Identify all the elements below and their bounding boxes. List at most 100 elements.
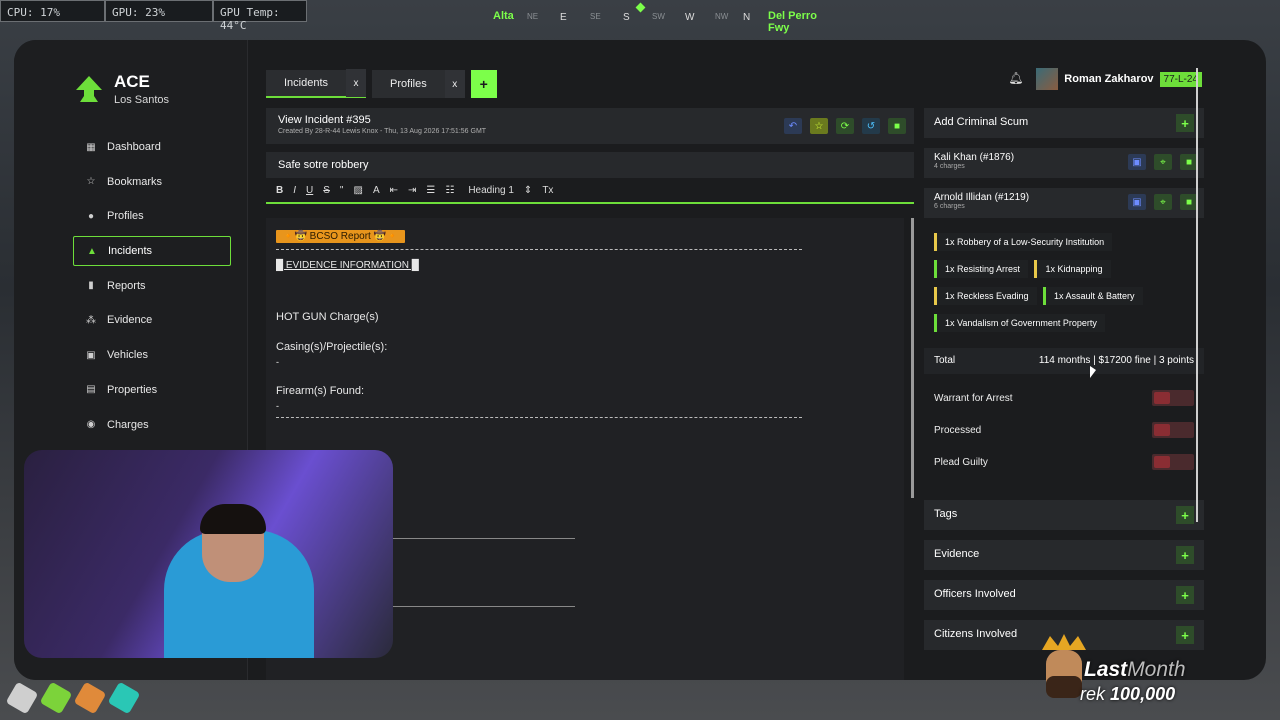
- star-icon: ☆: [86, 176, 96, 188]
- sidebar-item-evidence[interactable]: ⁂ Evidence: [73, 305, 231, 335]
- add-tab-button[interactable]: +: [470, 70, 497, 98]
- right-panel-scrollbar[interactable]: [1196, 68, 1198, 522]
- sidebar-nav: ▦ Dashboard ☆ Bookmarks ● Profiles ▲ Inc…: [73, 132, 231, 444]
- add-criminal-row: Add Criminal Scum +: [924, 108, 1204, 138]
- add-criminal-button[interactable]: +: [1176, 114, 1194, 132]
- history-icon[interactable]: ↺: [862, 118, 880, 134]
- clear-format-button[interactable]: Tx: [542, 185, 553, 196]
- health-icon: [5, 681, 39, 715]
- charge-chip[interactable]: 1x Assault & Battery: [1043, 287, 1143, 305]
- ordered-list-icon[interactable]: ☰: [426, 185, 435, 196]
- warrant-row: Warrant for Arrest: [924, 382, 1204, 414]
- compass-dir: S: [623, 12, 630, 23]
- criminal-item[interactable]: Arnold Illidan (#1219) 6 charges ▣ ⌖ ■: [924, 188, 1204, 218]
- incident-name-field[interactable]: Safe sotre robbery: [266, 152, 914, 178]
- sidebar-item-label: Profiles: [107, 210, 144, 223]
- sidebar-item-charges[interactable]: ◉ Charges: [73, 410, 231, 440]
- criminal-item[interactable]: Kali Khan (#1876) 4 charges ▣ ⌖ ■: [924, 148, 1204, 178]
- avatar: [1036, 68, 1059, 90]
- refresh-icon[interactable]: ⟳: [836, 118, 854, 134]
- overlay-month: Month: [1127, 658, 1186, 681]
- total-value: 114 months | $17200 fine | 3 points: [1038, 355, 1194, 366]
- sidebar-item-label: Incidents: [108, 245, 153, 258]
- text-color-icon[interactable]: ▨: [353, 185, 362, 196]
- location-icon[interactable]: ⌖: [1154, 154, 1172, 170]
- car-icon: ▣: [86, 349, 96, 361]
- underline-button[interactable]: U: [306, 185, 313, 196]
- overlay-record: rek 100,000: [1080, 684, 1175, 705]
- charge-chip[interactable]: 1x Reckless Evading: [934, 287, 1037, 305]
- editor-scrollbar[interactable]: [911, 218, 914, 498]
- section-label: Officers Involved: [934, 588, 1016, 600]
- tab-bar: Incidents x Profiles x +: [266, 69, 497, 98]
- armor-icon: [39, 681, 73, 715]
- processed-toggle[interactable]: [1152, 422, 1194, 438]
- food-icon: [73, 681, 107, 715]
- tab-label: Profiles: [390, 78, 427, 90]
- streamer-hair: [200, 504, 266, 534]
- sidebar-item-properties[interactable]: ▤ Properties: [73, 375, 231, 405]
- heading-select[interactable]: Heading 1: [468, 185, 514, 196]
- section-label: Evidence: [934, 548, 980, 560]
- brand-subtitle: Los Santos: [114, 94, 170, 106]
- charge-chip[interactable]: 1x Vandalism of Government Property: [934, 314, 1105, 332]
- bell-icon[interactable]: 🔔︎: [1008, 71, 1024, 87]
- font-color-icon[interactable]: A: [373, 185, 380, 196]
- sidebar-item-reports[interactable]: ▮ Reports: [73, 271, 231, 301]
- overlay-title: LastMonth: [1084, 658, 1186, 682]
- compass-dir: NW: [715, 12, 729, 21]
- bullet-list-icon[interactable]: ☷: [445, 185, 454, 196]
- tab-close-button[interactable]: x: [444, 70, 465, 98]
- sidebar-item-label: Properties: [107, 383, 158, 396]
- status-dock: [5, 681, 146, 715]
- tab-profiles[interactable]: Profiles x: [372, 70, 465, 98]
- quote-button[interactable]: ": [340, 185, 344, 196]
- sidebar-item-label: Reports: [107, 279, 146, 292]
- star-icon[interactable]: ☆: [810, 118, 828, 134]
- sidebar-item-bookmarks[interactable]: ☆ Bookmarks: [73, 167, 231, 197]
- add-evidence-button[interactable]: +: [1176, 546, 1194, 564]
- water-icon: [107, 681, 141, 715]
- charge-list: 1x Robbery of a Low-Security Institution…: [924, 228, 1204, 344]
- charge-chip[interactable]: 1x Resisting Arrest: [934, 260, 1029, 278]
- copy-icon[interactable]: ▣: [1128, 154, 1146, 170]
- undo-icon[interactable]: ↶: [784, 118, 802, 134]
- compass-right-street: Del Perro Fwy: [768, 10, 817, 34]
- indent-left-icon[interactable]: ⇤: [390, 185, 398, 196]
- sidebar-item-profiles[interactable]: ● Profiles: [73, 201, 231, 231]
- warrant-toggle[interactable]: [1152, 390, 1194, 406]
- bold-button[interactable]: B: [276, 185, 283, 196]
- section-label: Citizens Involved: [934, 628, 1018, 640]
- add-tag-button[interactable]: +: [1176, 506, 1194, 524]
- italic-button[interactable]: I: [293, 185, 296, 196]
- charge-chip[interactable]: 1x Kidnapping: [1034, 260, 1111, 278]
- strike-button[interactable]: S: [323, 185, 330, 196]
- firearms-label: Firearm(s) Found:: [276, 385, 365, 397]
- spade-logo-icon: [76, 76, 102, 102]
- criminal-panel: Add Criminal Scum + Kali Khan (#1876) 4 …: [924, 108, 1204, 680]
- overlay-rek: rek: [1080, 684, 1106, 704]
- sidebar-item-incidents[interactable]: ▲ Incidents: [73, 236, 231, 267]
- tab-label: Incidents: [284, 77, 329, 89]
- casings-value: -: [276, 357, 279, 367]
- indent-right-icon[interactable]: ⇥: [408, 185, 416, 196]
- sidebar-item-vehicles[interactable]: ▣ Vehicles: [73, 340, 231, 370]
- processed-label: Processed: [934, 424, 982, 436]
- sidebar-item-dashboard[interactable]: ▦ Dashboard: [73, 132, 231, 162]
- copy-icon[interactable]: ▣: [1128, 194, 1146, 210]
- plead-guilty-row: Plead Guilty: [924, 446, 1204, 478]
- save-icon[interactable]: ■: [888, 118, 906, 134]
- evidence-header: █ EVIDENCE INFORMATION █: [276, 260, 419, 271]
- hot-gun-label: HOT GUN Charge(s): [276, 311, 379, 323]
- location-icon[interactable]: ⌖: [1154, 194, 1172, 210]
- tab-incidents[interactable]: Incidents x: [266, 69, 367, 98]
- brand-title: ACE: [114, 72, 150, 91]
- plead-guilty-toggle[interactable]: [1152, 454, 1194, 470]
- sidebar-item-label: Vehicles: [107, 349, 148, 362]
- add-officer-button[interactable]: +: [1176, 586, 1194, 604]
- charge-chip[interactable]: 1x Robbery of a Low-Security Institution: [934, 233, 1113, 251]
- user-icon: ●: [87, 210, 95, 222]
- waypoint-marker-icon: [635, 2, 646, 13]
- tab-close-button[interactable]: x: [346, 69, 367, 97]
- incident-header: View Incident #395 Created By 28-R-44 Le…: [266, 108, 914, 144]
